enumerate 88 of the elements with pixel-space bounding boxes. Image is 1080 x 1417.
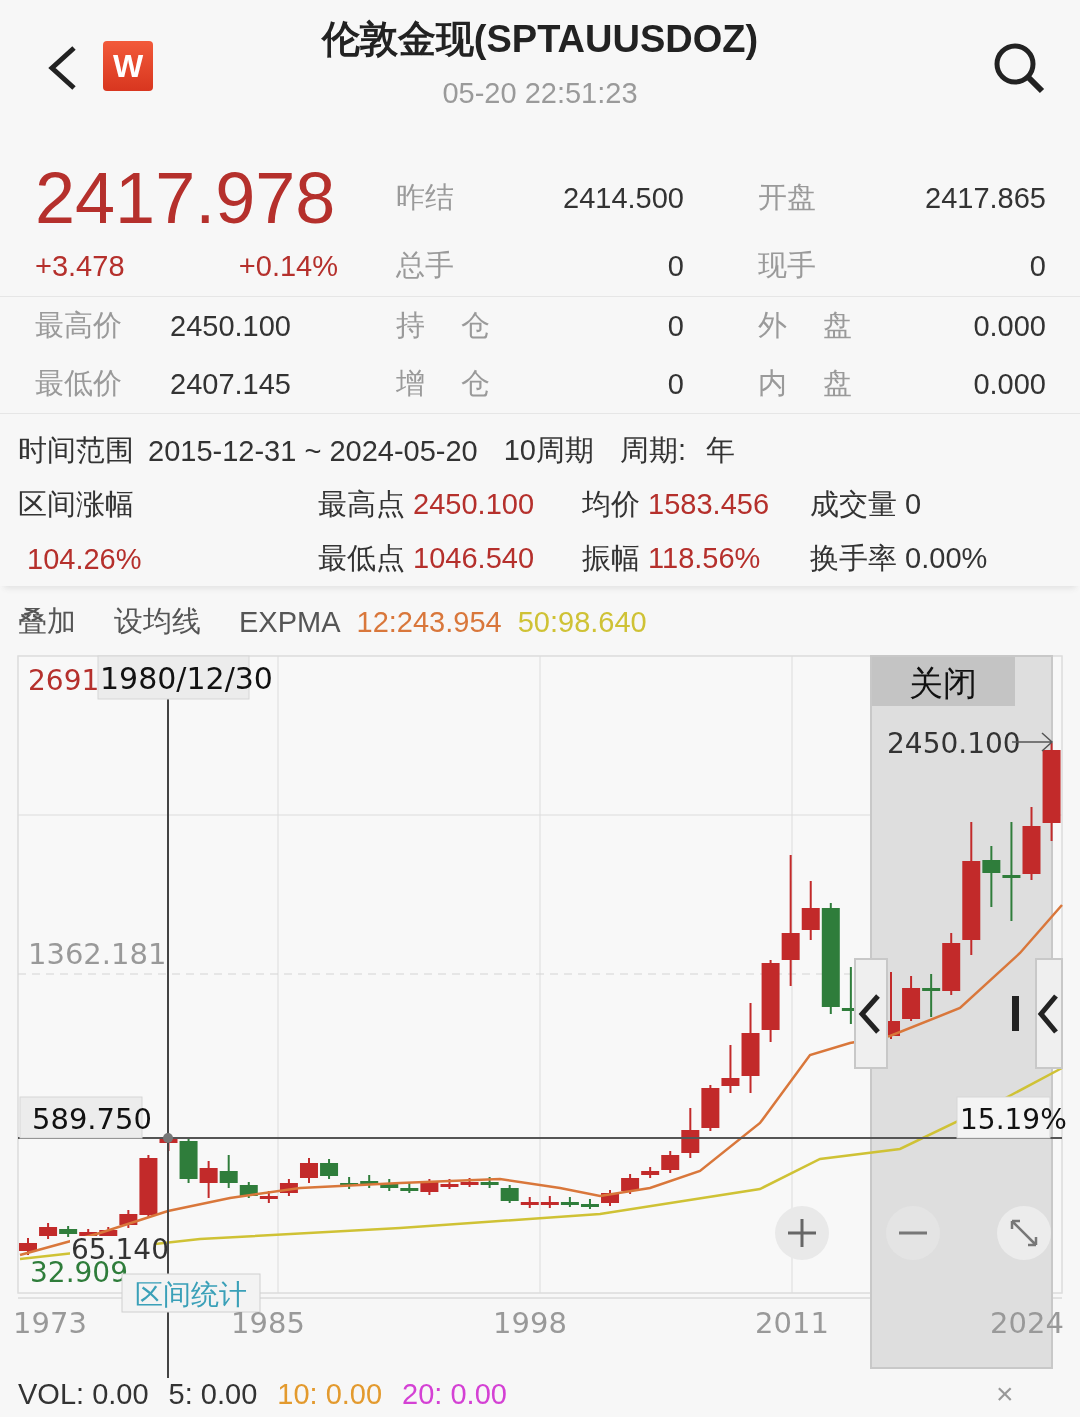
metric-label: 均价 — [582, 488, 640, 520]
stat-value: 0 — [1028, 249, 1046, 283]
candle — [360, 1174, 379, 1189]
percent-change: +0.14% — [238, 249, 338, 283]
indicator-value: 50:98.640 — [517, 605, 647, 639]
moving-average-tab[interactable]: 设均线 — [114, 602, 201, 642]
range-value: 2015-12-31 ~ 2024-05-20 — [148, 434, 478, 468]
cycle-label: 周期: — [620, 433, 687, 468]
stat-label: 开盘 — [758, 180, 817, 215]
stat-value: 2417.865 — [924, 181, 1046, 215]
stat-value: 0.000 — [972, 367, 1046, 401]
date-tooltip: 1980/12/30 — [97, 655, 273, 700]
metric-value: 0 — [905, 488, 922, 520]
candle — [279, 1178, 298, 1197]
percent-tooltip: 15.19% — [956, 1096, 1067, 1139]
axis-label: 1973 — [13, 1306, 87, 1340]
stat-label: 现手 — [758, 248, 817, 283]
cursor-dot — [163, 1133, 173, 1143]
candle — [59, 1225, 78, 1238]
max-price-label: 2450.100 — [887, 727, 1021, 760]
stat-value: 2414.500 — [562, 181, 684, 215]
stat-label: 增 仓 — [396, 366, 492, 401]
candle — [300, 1157, 318, 1184]
bar-icon — [1012, 996, 1019, 1031]
overlay-tab[interactable]: 叠加 — [18, 602, 76, 642]
price-tooltip: 589.750 — [19, 1096, 152, 1139]
app-logo: W — [103, 41, 153, 91]
stat-label: 最低价 — [35, 366, 122, 401]
metric-label: 最高点 — [318, 488, 405, 520]
close-button[interactable]: 关闭 — [872, 657, 1015, 706]
candle — [902, 975, 921, 1022]
axis-label: 2691 — [28, 664, 100, 697]
stat-label: 昨结 — [396, 180, 455, 215]
indicator-name[interactable]: EXPMA — [239, 605, 341, 639]
stat-value: 0 — [666, 367, 684, 401]
left-handle[interactable] — [854, 958, 888, 1069]
right-handle[interactable] — [1035, 958, 1063, 1069]
metric-label: 振幅 — [582, 542, 640, 574]
volume-value: 20: 0.00 — [402, 1377, 507, 1411]
range-label: 时间范围 — [18, 433, 134, 468]
axis-label: 2024 — [990, 1306, 1064, 1340]
candle — [560, 1196, 579, 1208]
stat-label: 最高价 — [35, 308, 122, 343]
metric-value: 1046.540 — [413, 542, 535, 574]
window-title: 伦敦金现(SPTAUUSDOZ) — [321, 17, 759, 62]
axis-label: 2011 — [755, 1306, 829, 1340]
range-change-label: 区间涨幅 — [18, 487, 135, 522]
stat-value: 0.000 — [972, 309, 1046, 343]
metric-value: 0.00% — [905, 542, 988, 574]
volume-value: 5: 0.00 — [168, 1377, 258, 1411]
stat-value: 0 — [666, 249, 684, 283]
stat-label: 持 仓 — [396, 308, 492, 343]
cycle-value: 年 — [706, 433, 736, 468]
metric-label: 换手率 — [810, 542, 897, 574]
expand-button[interactable] — [997, 1206, 1051, 1260]
stat-value: 2450.100 — [170, 309, 291, 343]
candle — [199, 1160, 218, 1199]
volume-value: VOL: 0.00 — [18, 1377, 149, 1411]
range-change: 104.26% — [26, 542, 143, 576]
candle — [601, 1189, 620, 1207]
stat-value: 2407.145 — [170, 367, 291, 401]
candle — [922, 973, 941, 1018]
metric-value: 2450.100 — [413, 488, 535, 520]
candle — [39, 1222, 58, 1240]
metric-value: 118.56% — [648, 542, 761, 574]
axis-label: 1998 — [493, 1306, 567, 1340]
zoom-in-button[interactable] — [775, 1206, 829, 1260]
candle — [701, 1084, 720, 1132]
metric-value: 1583.456 — [648, 488, 770, 520]
period-count: 10周期 — [503, 433, 594, 468]
indicator-value: 12:243.954 — [356, 605, 502, 639]
candle — [540, 1195, 559, 1209]
metric-label: 成交量 — [810, 488, 897, 520]
price-change: +3.478 — [35, 249, 125, 283]
axis-label: 1362.181 — [28, 937, 167, 971]
candle — [380, 1178, 399, 1192]
candle — [460, 1177, 479, 1188]
volume-value: 10: 0.00 — [277, 1377, 383, 1411]
stat-label: 外 盘 — [758, 308, 854, 343]
candle — [19, 1237, 37, 1256]
last-price: 2417.978 — [35, 158, 336, 238]
search-icon[interactable] — [993, 42, 1045, 94]
timestamp: 05-20 22:51:23 — [442, 77, 638, 110]
candle — [580, 1198, 599, 1210]
metric-label: 最低点 — [318, 542, 405, 574]
stat-value: 0 — [666, 309, 684, 343]
stat-label: 总手 — [396, 248, 455, 283]
stat-label: 内 盘 — [758, 366, 854, 401]
